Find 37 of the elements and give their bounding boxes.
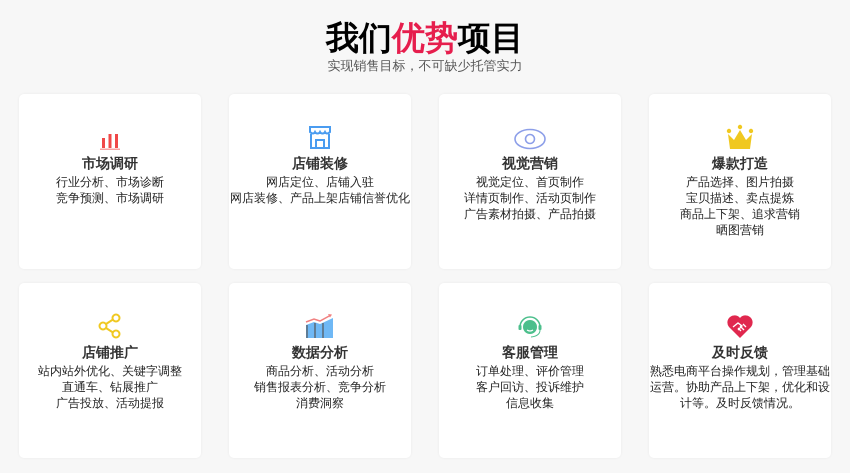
card-text: 竞争预测、市场调研 (55, 190, 165, 206)
card-text: 商品分析、活动分析 (265, 363, 375, 379)
card-title: 店铺装修 (292, 154, 348, 172)
handshake-heart-icon (726, 313, 754, 339)
card-title: 数据分析 (292, 343, 348, 361)
card-text: 商品上下架、追求营销 (679, 206, 801, 222)
card-text: 宝贝描述、卖点提炼 (685, 190, 795, 206)
card-text: 订单处理、评价管理 (475, 363, 585, 379)
eye-icon (514, 128, 546, 150)
card-text: 产品选择、图片拍摄 (685, 174, 795, 190)
card-text: 信息收集 (505, 395, 555, 411)
card-text: 消费洞察 (295, 395, 345, 411)
card-title: 及时反馈 (712, 343, 768, 361)
card-text: 网店定位、店铺入驻 (265, 174, 375, 190)
crown-icon (726, 124, 754, 150)
card-text: 广告投放、活动提报 (55, 395, 165, 411)
card-text: 直通车、钻展推广 (61, 379, 159, 395)
card-text: 广告素材拍摄、产品拍摄 (463, 206, 597, 222)
card-text: 视觉定位、首页制作 (475, 174, 585, 190)
card-text: 行业分析、市场诊断 (55, 174, 165, 190)
card-text: 详情页制作、活动页制作 (463, 190, 597, 206)
card-title: 市场调研 (82, 154, 138, 172)
card-title: 爆款打造 (712, 154, 768, 172)
card-text: 销售报表分析、竞争分析 (253, 379, 387, 395)
rising-chart-icon (305, 313, 335, 339)
card-text: 晒图营销 (715, 222, 765, 238)
card-title: 视觉营销 (502, 154, 558, 172)
section-subtitle: 实现销售目标，不可缺少托管实力 (328, 58, 522, 74)
store-icon (307, 124, 333, 150)
section-heading: 我们优势项目 (326, 18, 524, 58)
card-text: 网店装修、产品上架店铺信誉优化 (229, 190, 411, 206)
card-text: 站内站外优化、关键字调整 (37, 363, 183, 379)
card-title: 店铺推广 (82, 343, 138, 361)
share-icon (98, 313, 122, 339)
card-title: 客服管理 (502, 343, 558, 361)
card-text: 熟悉电商平台操作规划，管理基础运营。协助产品上下架，优化和设计等。及时反馈情况。 (649, 363, 831, 411)
card-text: 客户回访、投诉维护 (475, 379, 585, 395)
